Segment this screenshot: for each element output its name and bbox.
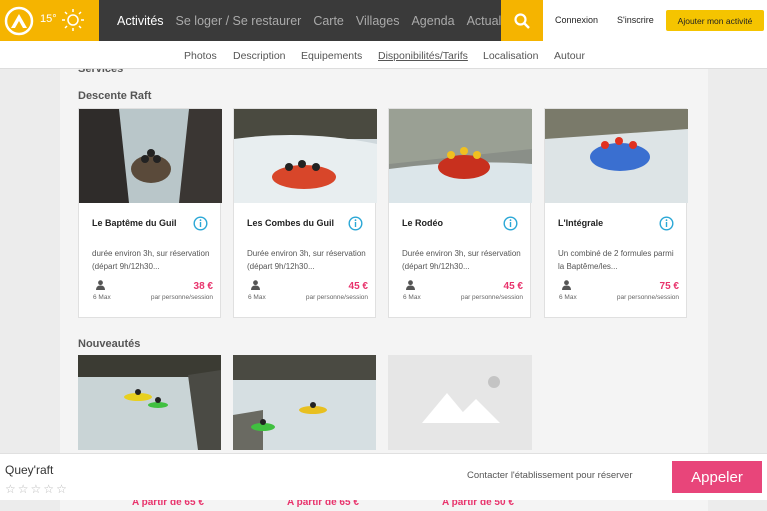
- top-header: 15° Activités Se loger / Se restaurer Ca…: [0, 0, 767, 41]
- nav-activites[interactable]: Activités: [117, 14, 164, 28]
- kayak-photo[interactable]: [78, 355, 221, 450]
- bottom-bar: Quey'raft ☆ ☆ ☆ ☆ ☆ Contacter l'établiss…: [0, 453, 767, 500]
- auth-area: Connexion S'inscrire Ajouter mon activit…: [543, 0, 767, 41]
- info-icon[interactable]: [193, 216, 208, 231]
- tab-localisation[interactable]: Localisation: [483, 50, 538, 62]
- nav-agenda[interactable]: Agenda: [411, 14, 454, 28]
- star-icon[interactable]: ☆: [31, 483, 42, 495]
- star-icon[interactable]: ☆: [18, 483, 29, 495]
- nav-se-loger[interactable]: Se loger / Se restaurer: [176, 14, 302, 28]
- place-name: Quey'raft: [5, 463, 54, 477]
- call-button[interactable]: Appeler: [672, 461, 762, 493]
- card-name: Le Baptême du Guil: [92, 218, 177, 228]
- person-icon: [96, 280, 105, 290]
- search-button[interactable]: [501, 0, 543, 41]
- card-max: 6 Max: [93, 294, 111, 301]
- image-placeholder-icon: [422, 376, 500, 423]
- card-description: Durée environ 3h, sur réservation (dépar…: [402, 249, 521, 271]
- person-icon: [406, 280, 415, 290]
- main-nav: Activités Se loger / Se restaurer Carte …: [117, 0, 533, 41]
- info-icon[interactable]: [659, 216, 674, 231]
- raft-photo: [545, 109, 688, 203]
- descente-raft-title: Descente Raft: [78, 90, 152, 102]
- activity-card[interactable]: Les Combes du Guil Durée environ 3h, sur…: [233, 108, 377, 318]
- nav-carte[interactable]: Carte: [313, 14, 344, 28]
- raft-photo: [79, 109, 222, 203]
- rating-stars[interactable]: ☆ ☆ ☆ ☆ ☆: [5, 483, 67, 495]
- card-name: L'Intégrale: [558, 218, 604, 228]
- card-price-unit: par personne/session: [305, 294, 368, 301]
- card-max: 6 Max: [559, 294, 577, 301]
- tab-autour[interactable]: Autour: [554, 50, 585, 62]
- activity-card[interactable]: L'Intégrale Un combiné de 2 formules par…: [544, 108, 688, 318]
- star-icon[interactable]: ☆: [43, 483, 54, 495]
- raft-photo: [389, 109, 532, 203]
- star-icon[interactable]: ☆: [56, 483, 67, 495]
- ajouter-activite-button[interactable]: Ajouter mon activité: [666, 10, 764, 31]
- inscrire-link[interactable]: S'inscrire: [617, 15, 654, 25]
- card-name: Le Rodéo: [402, 218, 444, 228]
- card-name: Les Combes du Guil: [247, 218, 335, 228]
- search-icon: [514, 12, 530, 29]
- nouveautes-title: Nouveautés: [78, 338, 141, 350]
- sun-icon: [62, 9, 84, 31]
- connexion-link[interactable]: Connexion: [555, 15, 598, 25]
- image-placeholder[interactable]: [388, 355, 532, 450]
- star-icon[interactable]: ☆: [5, 483, 16, 495]
- activity-card[interactable]: Le Baptême du Guil durée environ 3h, sur…: [78, 108, 222, 318]
- contact-text: Contacter l'établissement pour réserver: [467, 470, 633, 481]
- tab-photos[interactable]: Photos: [184, 50, 217, 62]
- card-price-unit: par personne/session: [150, 294, 213, 301]
- card-max: 6 Max: [248, 294, 266, 301]
- info-icon[interactable]: [503, 216, 518, 231]
- person-icon: [562, 280, 571, 290]
- tab-description[interactable]: Description: [233, 50, 286, 62]
- card-price: 45 €: [503, 281, 523, 292]
- temperature: 15°: [40, 13, 57, 25]
- card-price: 75 €: [659, 281, 679, 292]
- card-price-unit: par personne/session: [460, 294, 523, 301]
- activity-card[interactable]: Le Rodéo Durée environ 3h, sur réservati…: [388, 108, 532, 318]
- kayak-photo[interactable]: [233, 355, 376, 450]
- sub-nav: Photos Description Equipements Disponibi…: [0, 41, 767, 69]
- info-icon[interactable]: [348, 216, 363, 231]
- raft-photo: [234, 109, 377, 203]
- card-description: durée environ 3h, sur réservation (dépar…: [92, 249, 210, 271]
- card-max: 6 Max: [403, 294, 421, 301]
- person-icon: [251, 280, 260, 290]
- card-price: 38 €: [193, 281, 213, 292]
- nav-villages[interactable]: Villages: [356, 14, 400, 28]
- tab-disponibilites-tarifs[interactable]: Disponibilités/Tarifs: [378, 50, 468, 62]
- card-description: Un combiné de 2 formules parmi la Baptêm…: [558, 249, 674, 271]
- card-price: 45 €: [348, 281, 368, 292]
- logo-icon[interactable]: [4, 6, 34, 36]
- logo-block: 15°: [0, 0, 99, 41]
- tab-equipements[interactable]: Equipements: [301, 50, 362, 62]
- card-description: Durée environ 3h, sur réservation (dépar…: [247, 249, 366, 271]
- card-price-unit: par personne/session: [616, 294, 679, 301]
